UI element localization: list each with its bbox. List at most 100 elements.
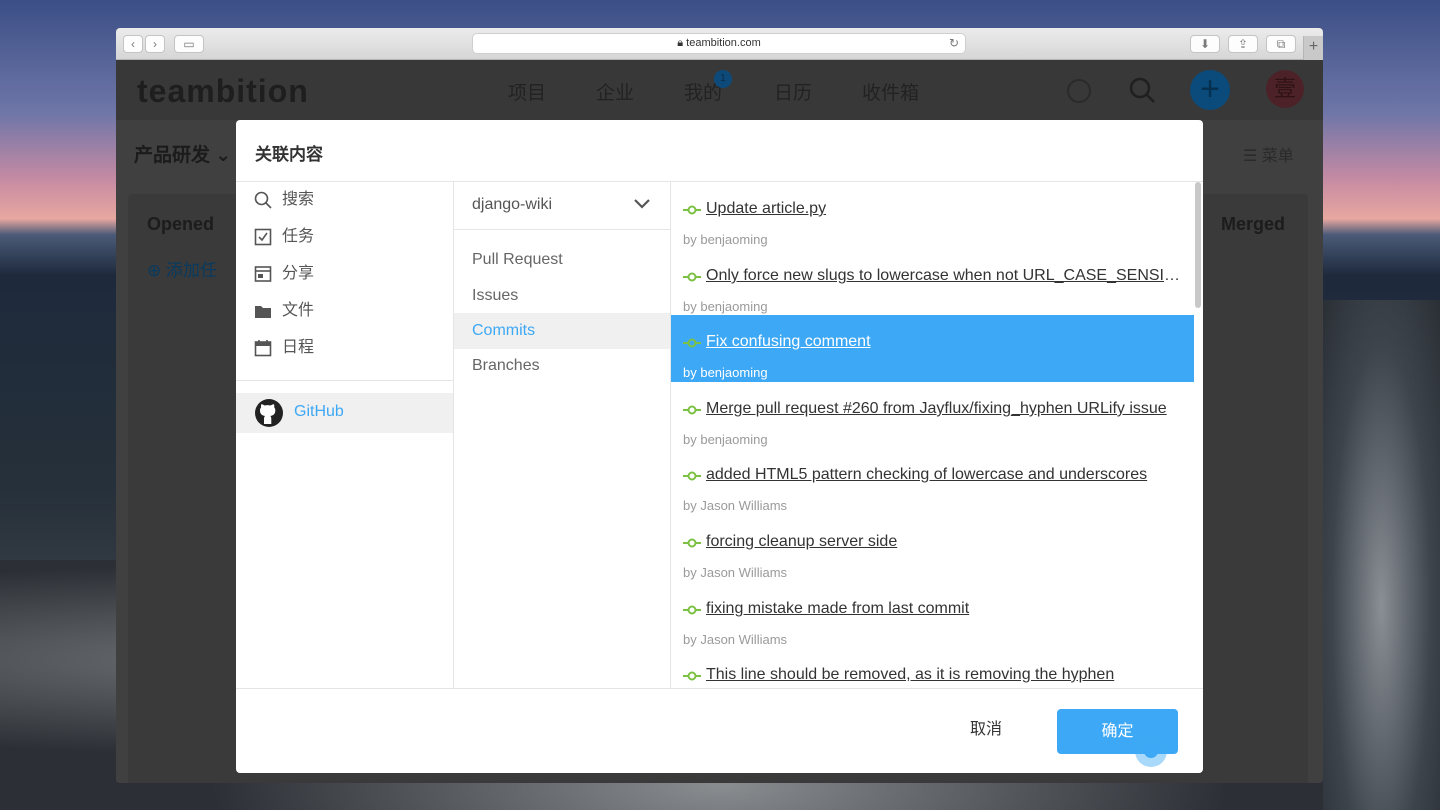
commit-title[interactable]: fixing mistake made from last commit: [706, 600, 1184, 618]
commit-item-selected[interactable]: Fix confusing comment by benjaoming: [671, 315, 1194, 382]
back-button[interactable]: ‹: [123, 35, 143, 53]
category-search[interactable]: 搜索: [254, 188, 314, 212]
commit-item[interactable]: forcing cleanup server side by Jason Wil…: [671, 515, 1194, 582]
commit-item[interactable]: fixing mistake made from last commit by …: [671, 582, 1194, 649]
app-header: teambition 项目 企业 我的 1 日历 收件箱 + 壹: [116, 60, 1323, 120]
commit-author: by benjaoming: [683, 365, 768, 380]
add-task-button[interactable]: ⊕ 添加任: [147, 256, 217, 281]
commit-list: Update article.py by benjaoming Only for…: [671, 182, 1203, 688]
category-label: 日程: [282, 339, 315, 356]
column-merged: Merged: [1221, 214, 1286, 234]
commit-item[interactable]: Merge pull request #260 from Jayflux/fix…: [671, 382, 1194, 449]
checkbox-icon: [254, 228, 272, 246]
tabs-button[interactable]: ⧉: [1266, 35, 1296, 53]
browser-titlebar: ‹ › ▭ 🔒︎ teambition.com ↻ ⬇ ⇪ ⧉ +: [116, 28, 1323, 60]
notification-badge: 1: [714, 70, 732, 88]
commit-icon: [683, 205, 701, 215]
chevron-down-icon: [634, 199, 650, 209]
category-pane: 搜索 任务 分享 文件 日程 GitHub: [236, 182, 454, 688]
commit-icon: [683, 272, 701, 282]
category-files[interactable]: 文件: [254, 299, 314, 323]
cancel-button[interactable]: 取消: [946, 711, 1026, 749]
repo-name: django-wiki: [472, 196, 553, 213]
commit-icon: [683, 538, 701, 548]
commit-author: by benjaoming: [683, 299, 768, 314]
commit-icon: [683, 405, 701, 415]
commit-author: by benjaoming: [683, 232, 768, 247]
download-button[interactable]: ⬇: [1190, 35, 1220, 53]
commit-author: by Jason Williams: [683, 498, 788, 513]
commit-title[interactable]: Only force new slugs to lowercase when n…: [706, 267, 1184, 285]
avatar[interactable]: 壹: [1266, 70, 1304, 108]
reload-icon[interactable]: ↻: [949, 34, 959, 53]
commit-title[interactable]: Fix confusing comment: [706, 333, 1184, 351]
commit-author: by Jason Williams: [683, 632, 788, 647]
create-button[interactable]: +: [1190, 70, 1230, 110]
nav-enterprise[interactable]: 企业: [596, 78, 634, 105]
forward-button[interactable]: ›: [145, 35, 165, 53]
new-tab-button[interactable]: +: [1303, 36, 1323, 60]
category-share[interactable]: 分享: [254, 262, 314, 286]
category-tasks[interactable]: 任务: [254, 225, 314, 249]
address-text: teambition.com: [686, 37, 761, 49]
commit-title[interactable]: This line should be removed, as it is re…: [706, 666, 1184, 684]
category-calendar[interactable]: 日程: [254, 336, 314, 360]
tab-commits[interactable]: Commits: [454, 313, 670, 349]
divider: [236, 380, 453, 381]
search-icon: [254, 191, 272, 209]
tab-issues[interactable]: Issues: [454, 278, 670, 314]
click-cursor-indicator: [1135, 735, 1167, 767]
commit-icon: [683, 671, 701, 681]
address-bar[interactable]: 🔒︎ teambition.com ↻: [472, 33, 966, 54]
commit-item[interactable]: Update article.py by benjaoming: [671, 182, 1194, 249]
commit-icon: [683, 338, 701, 348]
link-content-dialog: 关联内容 搜索 任务 分享 文件 日程 GitHub django-wiki P…: [236, 120, 1203, 773]
nav-calendar[interactable]: 日历: [774, 78, 812, 105]
help-icon[interactable]: [1066, 78, 1092, 104]
commit-item[interactable]: added HTML5 pattern checking of lowercas…: [671, 448, 1194, 515]
search-icon[interactable]: [1128, 76, 1156, 104]
sidebar-toggle-button[interactable]: ▭: [174, 35, 204, 53]
commit-item[interactable]: This line should be removed, as it is re…: [671, 648, 1194, 688]
github-label: GitHub: [294, 403, 344, 420]
project-name[interactable]: 产品研发 ⌄: [134, 140, 231, 167]
commit-list-scrollbar[interactable]: [1195, 182, 1201, 308]
dialog-footer: 取消 确定: [236, 688, 1203, 773]
commit-author: by Jason Williams: [683, 565, 788, 580]
dialog-title: 关联内容: [255, 145, 323, 164]
lock-icon: 🔒︎: [677, 37, 684, 49]
menu-button[interactable]: ☰ 菜单: [1243, 142, 1294, 166]
commit-title[interactable]: Merge pull request #260 from Jayflux/fix…: [706, 400, 1184, 418]
chevron-down-icon: ⌄: [215, 145, 232, 166]
share-icon: [254, 265, 272, 282]
tab-pull-request[interactable]: Pull Request: [454, 242, 670, 278]
source-pane: django-wiki Pull Request Issues Commits …: [454, 182, 671, 688]
nav-inbox[interactable]: 收件箱: [862, 78, 919, 105]
category-label: 任务: [282, 228, 315, 245]
category-label: 分享: [282, 265, 315, 282]
project-title: 产品研发: [134, 145, 211, 166]
repo-selector[interactable]: django-wiki: [454, 182, 670, 230]
commit-icon: [683, 605, 701, 615]
commit-author: by benjaoming: [683, 432, 768, 447]
logo[interactable]: teambition: [137, 73, 309, 110]
background-rocks-right: [1323, 300, 1440, 810]
github-icon: [255, 399, 283, 427]
add-circle-icon: ⊕: [147, 261, 162, 280]
tab-branches[interactable]: Branches: [454, 348, 670, 384]
commit-title[interactable]: Update article.py: [706, 200, 1184, 218]
share-button[interactable]: ⇪: [1228, 35, 1258, 53]
category-github[interactable]: GitHub: [236, 393, 453, 433]
commit-item[interactable]: Only force new slugs to lowercase when n…: [671, 249, 1194, 316]
commit-title[interactable]: forcing cleanup server side: [706, 533, 1184, 551]
add-task-label: 添加任: [165, 261, 217, 280]
nav-projects[interactable]: 项目: [508, 78, 546, 105]
folder-icon: [255, 305, 271, 318]
menu-label: 菜单: [1261, 148, 1294, 165]
dialog-header: 关联内容: [236, 120, 1203, 182]
menu-icon: ☰: [1243, 148, 1258, 165]
commit-title[interactable]: added HTML5 pattern checking of lowercas…: [706, 466, 1184, 484]
column-opened: Opened: [147, 214, 215, 234]
category-label: 文件: [282, 302, 315, 319]
commit-icon: [683, 471, 701, 481]
